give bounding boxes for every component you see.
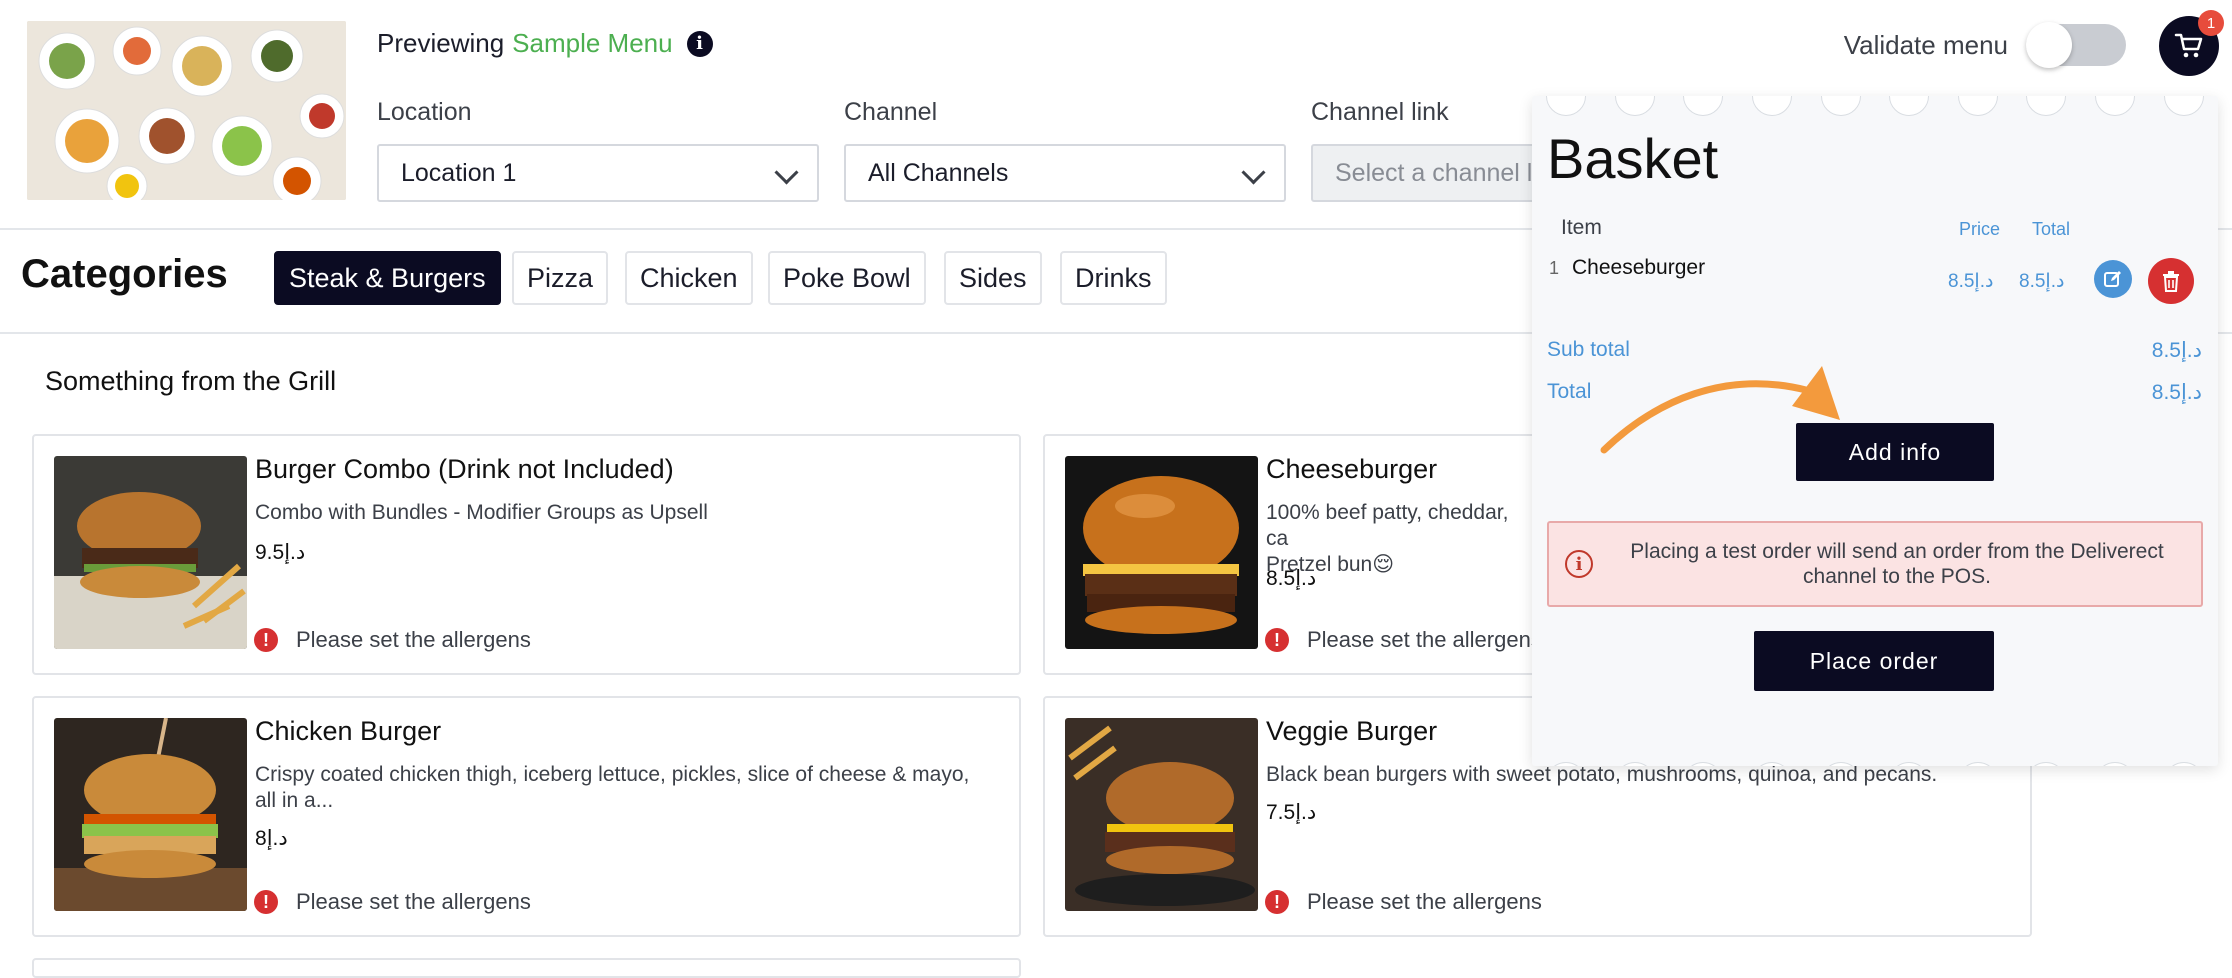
info-circle-icon: i	[1565, 550, 1593, 578]
product-description: Combo with Bundles - Modifier Groups as …	[255, 501, 708, 524]
cart-count-badge: 1	[2198, 10, 2224, 36]
annotation-arrow-icon	[1600, 366, 1840, 454]
product-card[interactable]: Burger Combo (Drink not Included) Combo …	[32, 434, 1021, 675]
edit-icon	[2104, 271, 2121, 287]
product-description-line1: 100% beef patty, cheddar, ca	[1266, 501, 1509, 550]
category-chip-steak-burgers[interactable]: Steak & Burgers	[274, 251, 501, 305]
cart-icon	[2174, 33, 2203, 58]
menu-cover-image	[27, 21, 346, 200]
toggle-knob	[2026, 22, 2072, 68]
chevron-down-icon	[774, 160, 799, 185]
channel-link-placeholder: Select a channel l	[1335, 158, 1533, 187]
subtotal-label: Sub total	[1547, 338, 1630, 361]
validate-toggle[interactable]	[2026, 22, 2126, 68]
subtotal-value: 8.5د.إ	[2151, 339, 2202, 362]
channel-select[interactable]: All Channels	[844, 144, 1286, 202]
product-image	[54, 456, 247, 649]
basket-title: Basket	[1547, 127, 1719, 190]
basket-col-total: Total	[2032, 219, 2071, 239]
product-name: Burger Combo (Drink not Included)	[255, 454, 674, 484]
basket-item-price: 8.5د.إ	[1948, 271, 1994, 292]
alert-icon: !	[254, 890, 278, 914]
category-chip-pizza[interactable]: Pizza	[512, 251, 609, 305]
place-order-button[interactable]: Place order	[1754, 631, 1994, 691]
product-card[interactable]	[32, 958, 1021, 978]
basket-col-item: Item	[1561, 216, 1602, 239]
product-image	[54, 718, 247, 911]
trash-icon	[2163, 271, 2179, 292]
allergen-text: Please set the allergens	[296, 889, 531, 914]
allergen-warning: ! Please set the allergens	[254, 627, 531, 653]
delete-item-button[interactable]	[2148, 258, 2194, 304]
category-chip-chicken[interactable]: Chicken	[625, 251, 753, 305]
basket-item-total: 8.5د.إ	[2019, 271, 2065, 292]
location-value: Location 1	[401, 158, 517, 187]
product-name: Chicken Burger	[255, 716, 442, 746]
validate-label: Validate menu	[1843, 29, 2008, 60]
channel-link-label: Channel link	[1311, 98, 1449, 126]
alert-text: Placing a test order will send an order …	[1630, 540, 2164, 588]
alert-icon: !	[1265, 628, 1289, 652]
product-image	[1065, 718, 1258, 911]
product-price: 7.5د.إ	[1266, 801, 1317, 824]
total-value: 8.5د.إ	[2151, 381, 2202, 404]
menu-name: Sample Menu	[512, 28, 673, 58]
basket-edge-top	[1532, 96, 2218, 116]
product-price: 9.5د.إ	[255, 541, 306, 564]
preview-heading: Previewing Sample Menu i	[377, 28, 713, 59]
basket-item-name: Cheeseburger	[1572, 256, 1706, 279]
basket-item-qty: 1	[1549, 258, 1560, 278]
edit-item-button[interactable]	[2094, 260, 2132, 298]
total-label: Total	[1547, 380, 1592, 403]
alert-icon: !	[254, 628, 278, 652]
channel-value: All Channels	[868, 158, 1009, 187]
location-select[interactable]: Location 1	[377, 144, 819, 202]
allergen-text: Please set the allergens	[1307, 889, 1542, 914]
info-icon[interactable]: i	[686, 30, 713, 57]
previewing-label: Previewing	[377, 28, 505, 58]
allergen-warning: ! Please set the allergens	[254, 889, 531, 915]
product-description: Crispy coated chicken thigh, iceberg let…	[255, 763, 970, 812]
allergen-warning: ! Please set the allergens	[1265, 627, 1542, 653]
allergen-text: Please set the allergens	[1307, 627, 1542, 652]
product-card[interactable]: Chicken Burger Crispy coated chicken thi…	[32, 696, 1021, 937]
product-image	[1065, 456, 1258, 649]
channel-label: Channel	[844, 98, 938, 126]
alert-icon: !	[1265, 890, 1289, 914]
test-order-alert: i Placing a test order will send an orde…	[1547, 521, 2203, 607]
product-price: 8.5د.إ	[1266, 567, 1317, 590]
product-price: 8د.إ	[255, 827, 288, 850]
categories-title: Categories	[21, 252, 228, 296]
allergen-warning: ! Please set the allergens	[1265, 889, 1542, 915]
chevron-down-icon	[1241, 160, 1266, 185]
product-name: Veggie Burger	[1266, 716, 1438, 746]
basket-col-price: Price	[1959, 219, 2001, 239]
category-chip-poke-bowl[interactable]: Poke Bowl	[768, 251, 926, 305]
category-chip-drinks[interactable]: Drinks	[1060, 251, 1167, 305]
section-title: Something from the Grill	[45, 366, 337, 396]
validate-menu-control: Validate menu	[1843, 22, 2126, 68]
location-label: Location	[377, 98, 472, 126]
allergen-text: Please set the allergens	[296, 627, 531, 652]
product-name: Cheeseburger	[1266, 454, 1438, 484]
basket-edge-bottom	[1532, 762, 2218, 766]
category-chip-sides[interactable]: Sides	[944, 251, 1042, 305]
